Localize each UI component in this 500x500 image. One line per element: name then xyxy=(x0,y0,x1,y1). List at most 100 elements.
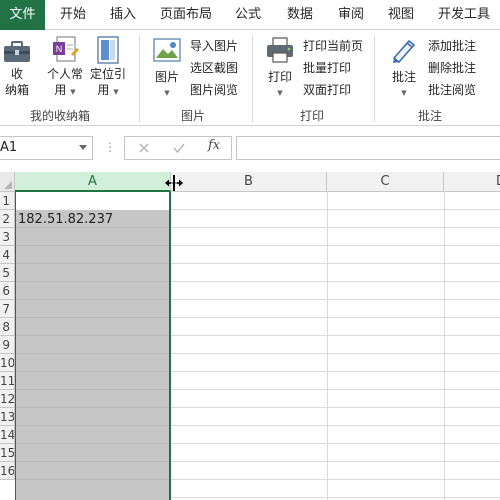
locate-label-1: 定位引 xyxy=(89,67,126,81)
insert-function-icon[interactable]: fx xyxy=(208,138,220,153)
row-header[interactable]: 2 xyxy=(0,210,15,228)
print-label: 打印 xyxy=(267,70,292,84)
active-cell-a1[interactable] xyxy=(15,192,171,210)
formula-bar: A1 ⋮ fx xyxy=(0,126,500,172)
column-header-d[interactable]: D xyxy=(444,172,500,192)
tab-page-layout[interactable]: 页面布局 xyxy=(160,0,212,30)
row-header[interactable]: 7 xyxy=(0,300,15,318)
comment-label: 批注 xyxy=(391,70,416,84)
svg-text:N: N xyxy=(56,44,63,54)
cell-a2[interactable]: 182.51.82.237 xyxy=(18,212,113,227)
row-header[interactable]: 16 xyxy=(0,462,15,480)
comment-button[interactable]: 批注 ▼ xyxy=(386,36,422,101)
grid-line xyxy=(16,425,169,426)
grid-line xyxy=(16,335,169,336)
grid-line xyxy=(444,192,445,500)
tab-review[interactable]: 审阅 xyxy=(338,0,364,30)
row-header[interactable]: 9 xyxy=(0,336,15,354)
row-header[interactable]: 4 xyxy=(0,246,15,264)
group-label-comment: 批注 xyxy=(418,109,443,123)
grid-line xyxy=(16,299,169,300)
tab-data[interactable]: 数据 xyxy=(287,0,313,30)
name-box-value: A1 xyxy=(0,140,18,155)
grid-line xyxy=(16,227,169,228)
ribbon: 收 纳箱 N 个人常 用 ▼ 定位引 用 ▼ 我的收纳箱 图片 ▼ 导入图片 选… xyxy=(0,30,500,126)
personal-label-2: 用 ▼ xyxy=(54,83,76,97)
grid-line xyxy=(16,371,169,372)
group-label-print: 打印 xyxy=(300,109,325,123)
tab-file[interactable]: 文件 xyxy=(0,0,45,30)
row-header[interactable]: 5 xyxy=(0,264,15,282)
grid-line xyxy=(16,353,169,354)
column-header-b[interactable]: B xyxy=(171,172,327,192)
row-header[interactable]: 10 xyxy=(0,354,15,372)
row-header[interactable]: 6 xyxy=(0,282,15,300)
chevron-down-icon: ▼ xyxy=(113,88,119,96)
group-separator xyxy=(374,36,375,122)
picture-icon xyxy=(153,38,181,62)
name-box[interactable]: A1 xyxy=(0,136,93,160)
row-header[interactable]: 15 xyxy=(0,444,15,462)
comment-browse-item[interactable]: 批注阅览 xyxy=(428,80,476,100)
select-all-triangle xyxy=(4,181,12,189)
collect-label-1: 收 xyxy=(10,67,23,81)
printer-icon xyxy=(267,37,293,63)
picture-label: 图片 xyxy=(154,70,179,84)
row-header[interactable]: 3 xyxy=(0,228,15,246)
toolbox-icon xyxy=(4,41,30,62)
column-header-a[interactable]: A xyxy=(15,172,171,192)
tab-view[interactable]: 视图 xyxy=(388,0,414,30)
chevron-down-icon: ▼ xyxy=(164,89,170,97)
row-header[interactable]: 1 xyxy=(0,192,15,210)
column-header-c[interactable]: C xyxy=(327,172,444,192)
delete-comment-item[interactable]: 删除批注 xyxy=(428,58,476,78)
collect-button[interactable]: 收 纳箱 xyxy=(0,34,34,98)
formula-input[interactable] xyxy=(236,136,500,160)
region-screenshot-item[interactable]: 选区截图 xyxy=(190,58,238,78)
print-button[interactable]: 打印 ▼ xyxy=(262,36,298,101)
grid-line xyxy=(16,461,169,462)
group-label-image: 图片 xyxy=(181,109,206,123)
grid-line xyxy=(16,479,169,480)
cancel-icon[interactable] xyxy=(137,141,151,155)
comment-pen-icon xyxy=(392,39,416,64)
duplex-print-item[interactable]: 双面打印 xyxy=(303,80,351,100)
locate-reference-icon xyxy=(97,36,119,64)
locate-label-2: 用 ▼ xyxy=(97,83,119,97)
group-separator xyxy=(252,36,253,122)
spreadsheet-grid: A B C D 1 2 3 4 5 6 7 8 9 10 11 12 13 14… xyxy=(0,172,500,500)
tab-home[interactable]: 开始 xyxy=(60,0,86,30)
more-vertical-icon[interactable]: ⋮ xyxy=(104,140,116,154)
row-header[interactable]: 14 xyxy=(0,426,15,444)
grid-line xyxy=(16,281,169,282)
picture-button[interactable]: 图片 ▼ xyxy=(149,36,185,101)
confirm-icon[interactable] xyxy=(172,141,186,155)
grid-line xyxy=(16,407,169,408)
select-all-button[interactable] xyxy=(0,172,15,192)
add-comment-item[interactable]: 添加批注 xyxy=(428,36,476,56)
import-picture-item[interactable]: 导入图片 xyxy=(190,36,238,56)
row-header[interactable]: 13 xyxy=(0,408,15,426)
grid-line xyxy=(16,263,169,264)
personal-label-1: 个人常 xyxy=(46,67,83,81)
chevron-down-icon[interactable] xyxy=(79,145,87,150)
batch-print-item[interactable]: 批量打印 xyxy=(303,58,351,78)
grid-line xyxy=(16,317,169,318)
row-header[interactable]: 11 xyxy=(0,372,15,390)
column-resize-cursor-icon xyxy=(165,175,183,191)
selected-column-a[interactable] xyxy=(15,192,171,500)
picture-browse-item[interactable]: 图片阅览 xyxy=(190,80,238,100)
group-separator xyxy=(139,36,140,122)
tab-insert[interactable]: 插入 xyxy=(110,0,136,30)
tab-formulas[interactable]: 公式 xyxy=(235,0,261,30)
chevron-down-icon: ▼ xyxy=(70,88,76,96)
personal-favorites-button[interactable]: N 个人常 用 ▼ xyxy=(45,34,85,100)
grid-line xyxy=(16,443,169,444)
chevron-down-icon: ▼ xyxy=(277,89,283,97)
row-header[interactable]: 8 xyxy=(0,318,15,336)
formula-buttons: fx xyxy=(124,136,232,160)
tab-developer[interactable]: 开发工具 xyxy=(438,0,490,30)
locate-reference-button[interactable]: 定位引 用 ▼ xyxy=(87,34,129,100)
print-current-page-item[interactable]: 打印当前页 xyxy=(303,36,363,56)
row-header[interactable]: 12 xyxy=(0,390,15,408)
